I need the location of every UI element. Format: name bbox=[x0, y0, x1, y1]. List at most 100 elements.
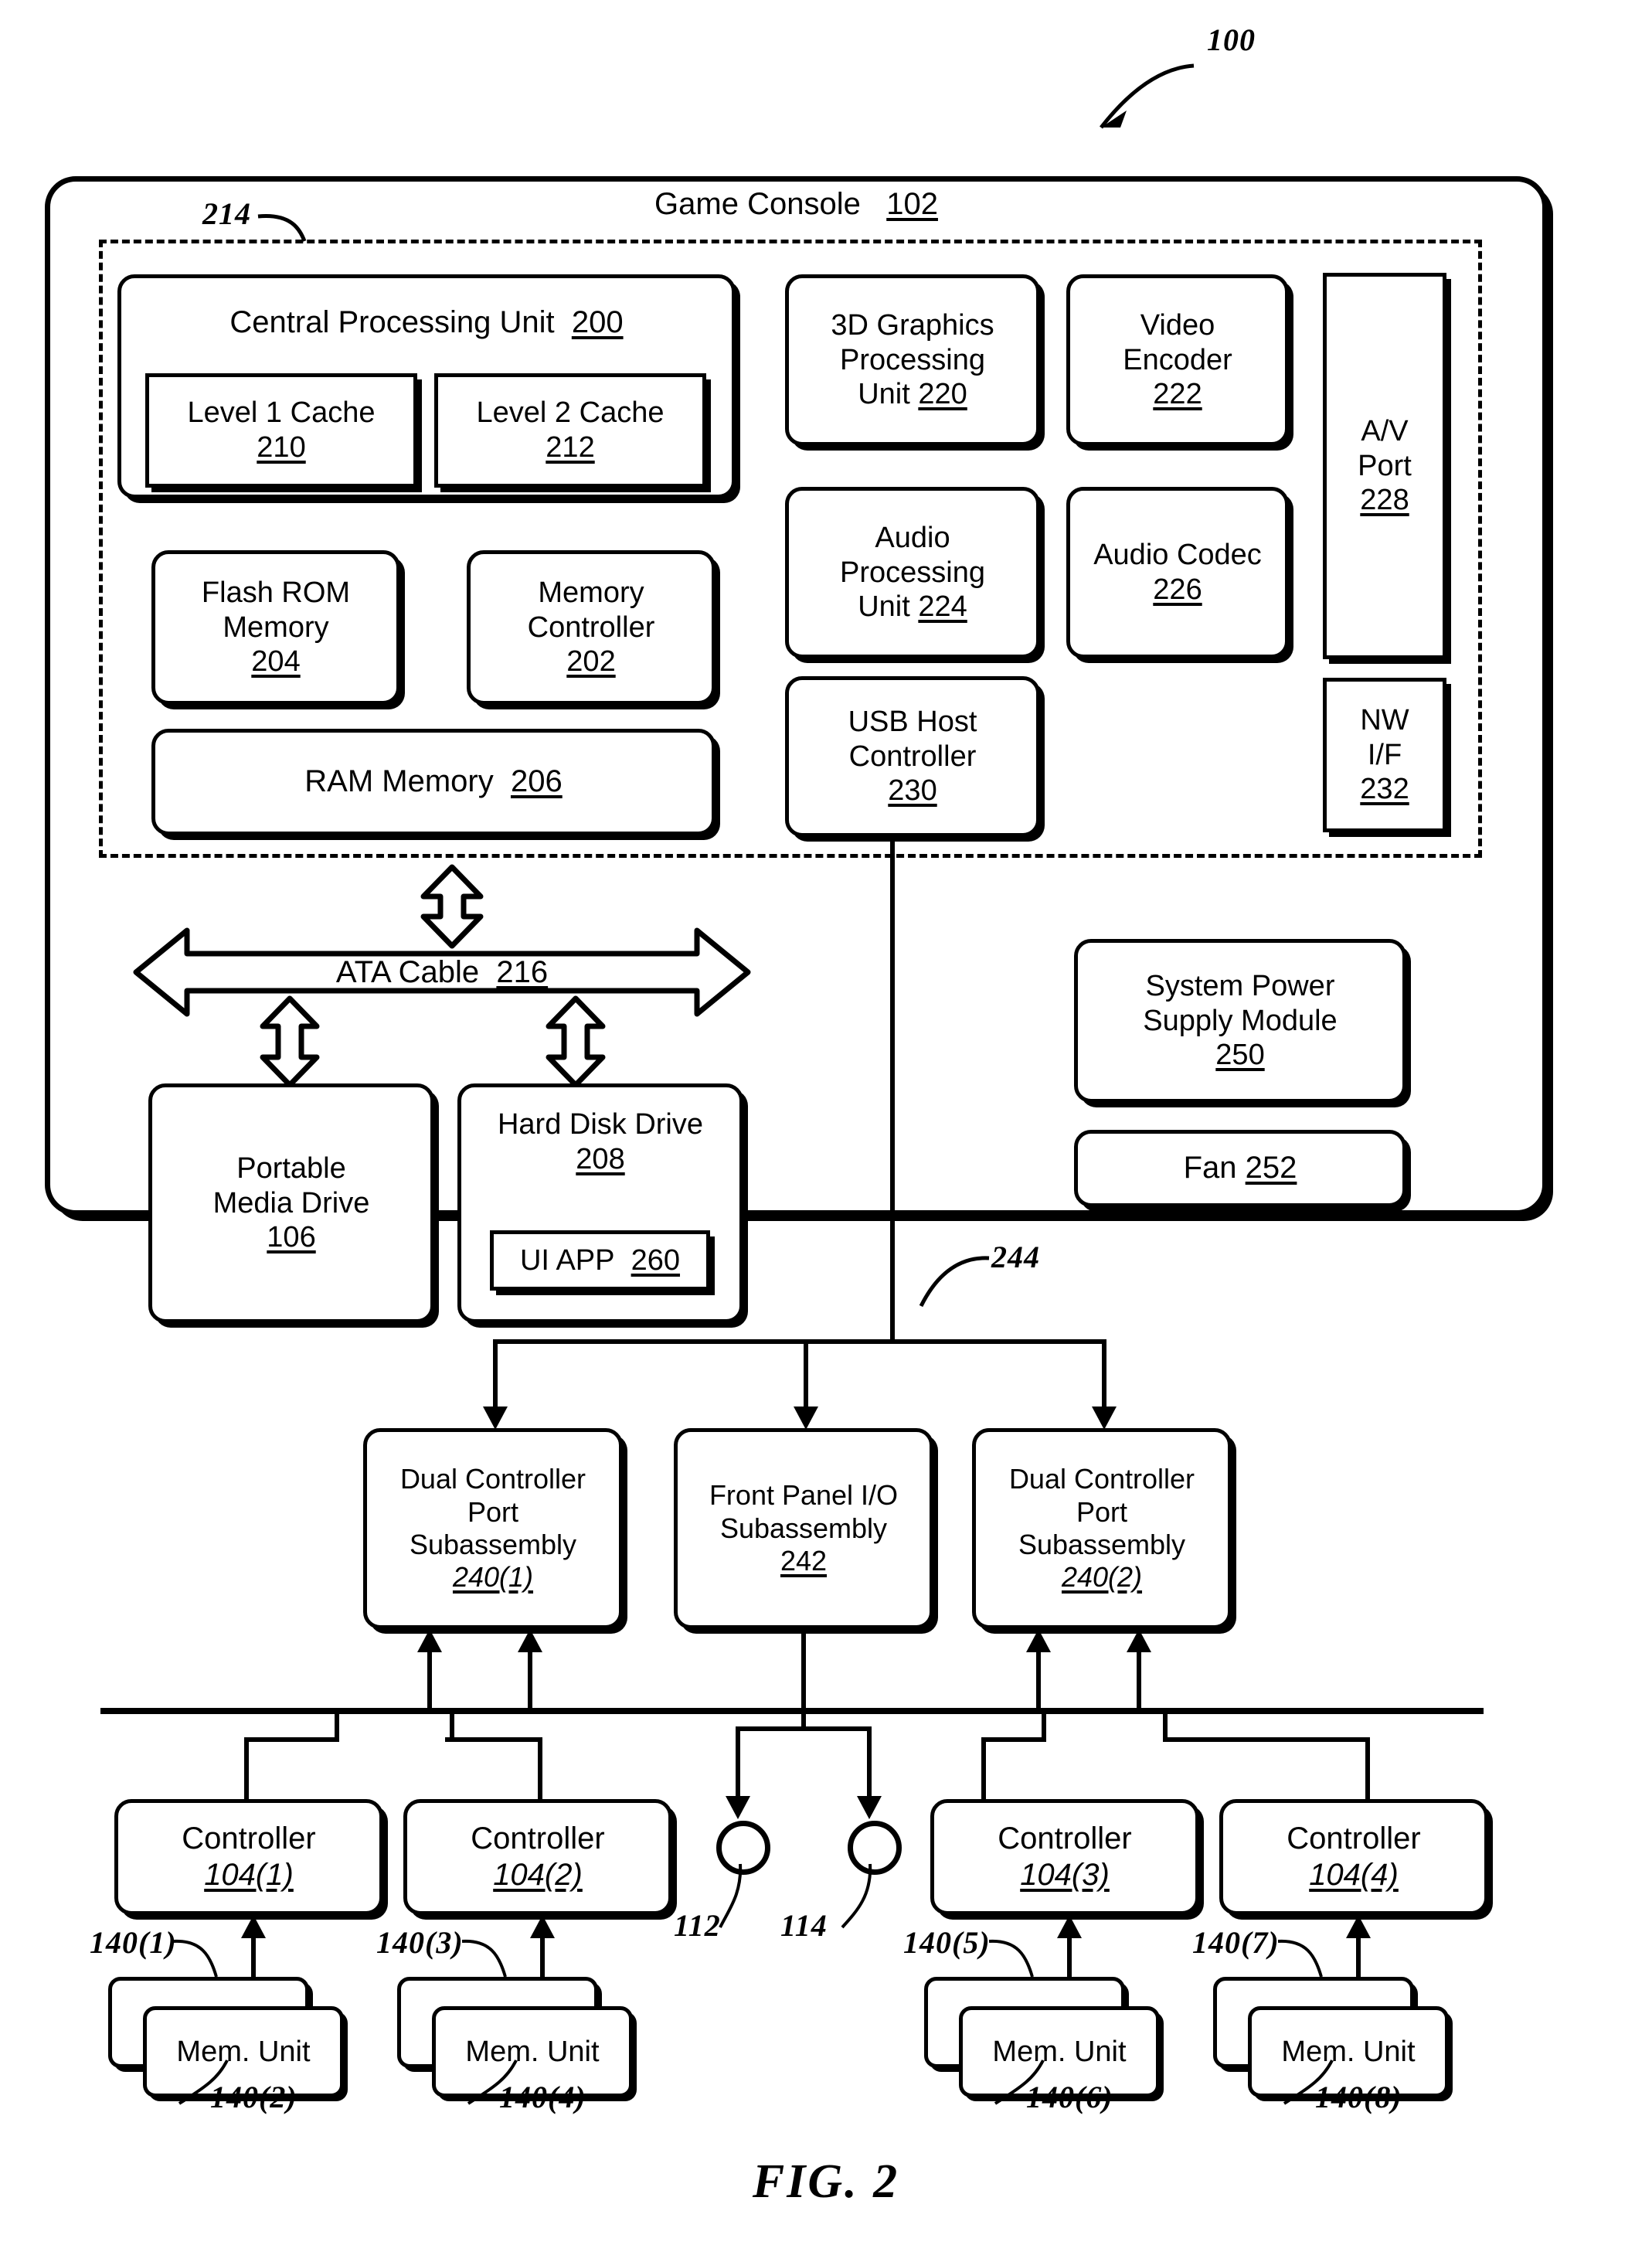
av-port-line1: A/V bbox=[1361, 414, 1409, 447]
video-encoder-block: Video Encoder 222 bbox=[1066, 274, 1289, 446]
board-callout-leader bbox=[257, 213, 307, 242]
level-1-cache-label: Level 1 Cache bbox=[187, 396, 376, 430]
ctrl1-drop-v1 bbox=[335, 1708, 339, 1740]
nw-if-line2: I/F bbox=[1367, 738, 1402, 771]
front-port-right-v bbox=[867, 1726, 872, 1802]
controller-2-ref: 104(2) bbox=[493, 1858, 583, 1892]
controller-link-line-2a bbox=[1036, 1651, 1041, 1713]
front-panel-io-subassembly: Front Panel I/O Subassembly 242 bbox=[674, 1428, 933, 1629]
memory-controller-line1: Memory bbox=[538, 576, 644, 609]
cpu-title: Central Processing Unit 200 bbox=[229, 305, 624, 339]
ctrl2-drop-v1 bbox=[450, 1708, 454, 1740]
io-bus-arrow-center bbox=[794, 1407, 818, 1430]
power-supply-line2: Supply Module bbox=[1143, 1004, 1338, 1037]
network-interface-block: NW I/F 232 bbox=[1323, 678, 1446, 832]
flash-rom-memory-block: Flash ROM Memory 204 bbox=[151, 550, 400, 705]
usb-host-controller-block: USB Host Controller 230 bbox=[785, 676, 1040, 837]
mem-link-arrow-1 bbox=[241, 1915, 266, 1938]
patent-figure-2: 100 Game Console 102 214 Central Process… bbox=[0, 0, 1652, 2262]
ata-drive-arrow-left bbox=[260, 995, 320, 1088]
video-encoder-ref: 222 bbox=[1153, 378, 1202, 411]
io-bus-arrow-left bbox=[483, 1407, 508, 1430]
controller-3-ref: 104(3) bbox=[1020, 1858, 1110, 1892]
subassembly-1-ref: 240(1) bbox=[452, 1561, 534, 1594]
hard-disk-drive-label: Hard Disk Drive bbox=[497, 1108, 704, 1141]
flash-rom-line1: Flash ROM bbox=[201, 576, 351, 609]
ctrl4-drop-h bbox=[1163, 1737, 1370, 1742]
dual-controller-port-subassembly-2: Dual Controller Port Subassembly 240(2) bbox=[972, 1428, 1232, 1629]
memory-controller-ref: 202 bbox=[566, 645, 616, 679]
memory-unit-3-top-ref: 140(5) bbox=[903, 1925, 991, 1960]
io-bus-horizontal-right bbox=[890, 1339, 1106, 1344]
dual-controller-port-subassembly-1: Dual Controller Port Subassembly 240(1) bbox=[363, 1428, 623, 1629]
mem-link-arrow-2 bbox=[530, 1915, 555, 1938]
gpu-line2: Processing bbox=[840, 343, 985, 376]
ctrl4-drop-v1 bbox=[1163, 1708, 1168, 1740]
hard-disk-drive-ref: 208 bbox=[576, 1142, 625, 1175]
front-panel-ref: 242 bbox=[780, 1545, 828, 1577]
memory-unit-1-top-ref: 140(1) bbox=[90, 1925, 177, 1960]
io-bus-arrow-right bbox=[1092, 1407, 1117, 1430]
memory-unit-4-top-ref: 140(7) bbox=[1192, 1925, 1280, 1960]
ctrl3-drop-h bbox=[981, 1737, 1046, 1742]
level-1-cache-block: Level 1 Cache 210 bbox=[145, 373, 417, 488]
subassembly-2-ref: 240(2) bbox=[1061, 1561, 1143, 1594]
subassembly-1-line3: Subassembly bbox=[409, 1529, 577, 1560]
memory-unit-3-bottom-leader bbox=[994, 2060, 1045, 2105]
audio-codec-block: Audio Codec 226 bbox=[1066, 487, 1289, 658]
io-bus-drop-left bbox=[493, 1339, 498, 1413]
flash-rom-ref: 204 bbox=[251, 645, 301, 679]
ui-app-label: UI APP 260 bbox=[519, 1243, 681, 1277]
ctrl3-drop-v2 bbox=[981, 1737, 986, 1799]
subassembly-1-line2: Port bbox=[467, 1495, 519, 1528]
board-callout-label: 214 bbox=[202, 196, 251, 231]
io-bus-drop-right bbox=[1102, 1339, 1106, 1413]
controller-4-label: Controller bbox=[1287, 1821, 1421, 1856]
level-1-cache-ref: 210 bbox=[257, 431, 306, 464]
level-2-cache-ref: 212 bbox=[546, 431, 595, 464]
ctrl1-drop-h bbox=[244, 1737, 339, 1742]
controller-block-4: Controller 104(4) bbox=[1219, 1799, 1488, 1915]
front-port-112-leader bbox=[719, 1863, 743, 1928]
portable-media-drive-block: Portable Media Drive 106 bbox=[148, 1083, 434, 1323]
apu-line2: Processing bbox=[840, 556, 985, 589]
ctrl3-drop-v1 bbox=[1042, 1708, 1046, 1740]
memory-controller-block: Memory Controller 202 bbox=[467, 550, 716, 705]
memory-unit-4-bottom-leader bbox=[1283, 2060, 1334, 2105]
fan-label: Fan 252 bbox=[1183, 1151, 1297, 1185]
usb-host-ref: 230 bbox=[888, 774, 937, 808]
subassembly-2-line3: Subassembly bbox=[1018, 1529, 1186, 1560]
gpu-line1: 3D Graphics bbox=[831, 308, 994, 342]
io-bus-drop-center bbox=[804, 1339, 808, 1413]
controller-link-line-1b bbox=[528, 1651, 532, 1713]
ata-cable-label: ATA Cable 216 bbox=[335, 954, 549, 989]
system-power-supply-block: System Power Supply Module 250 bbox=[1074, 939, 1406, 1103]
gpu-line3: Unit 220 bbox=[858, 378, 967, 411]
front-panel-line1: Front Panel I/O bbox=[709, 1479, 899, 1512]
io-bus-callout-label: 244 bbox=[991, 1240, 1040, 1274]
portable-media-line2: Media Drive bbox=[212, 1186, 370, 1219]
controller-1-ref: 104(1) bbox=[204, 1858, 294, 1892]
io-bus-horizontal bbox=[493, 1339, 895, 1344]
subassembly-2-line1: Dual Controller bbox=[1008, 1463, 1195, 1495]
av-port-line2: Port bbox=[1358, 449, 1412, 482]
subassembly-1-line1: Dual Controller bbox=[399, 1463, 586, 1495]
system-callout-leader bbox=[1100, 63, 1195, 129]
video-encoder-line1: Video bbox=[1140, 308, 1215, 342]
nw-if-line1: NW bbox=[1360, 703, 1409, 736]
ui-app-block: UI APP 260 bbox=[490, 1230, 710, 1291]
front-port-114-label: 114 bbox=[780, 1908, 828, 1943]
ram-memory-block: RAM Memory 206 bbox=[151, 729, 716, 835]
controller-1-label: Controller bbox=[182, 1821, 316, 1856]
nw-if-ref: 232 bbox=[1360, 773, 1409, 806]
figure-caption: FIG. 2 bbox=[752, 2155, 900, 2208]
subassembly-2-line2: Port bbox=[1076, 1495, 1128, 1528]
graphics-processing-unit-block: 3D Graphics Processing Unit 220 bbox=[785, 274, 1040, 446]
front-port-112-label: 112 bbox=[674, 1908, 721, 1943]
ata-drive-arrow-right bbox=[546, 995, 606, 1088]
memory-controller-line2: Controller bbox=[527, 611, 655, 644]
controller-block-2: Controller 104(2) bbox=[403, 1799, 672, 1915]
audio-codec-ref: 226 bbox=[1153, 573, 1202, 606]
audio-processing-unit-block: Audio Processing Unit 224 bbox=[785, 487, 1040, 658]
ctrl1-drop-v2 bbox=[244, 1737, 249, 1799]
